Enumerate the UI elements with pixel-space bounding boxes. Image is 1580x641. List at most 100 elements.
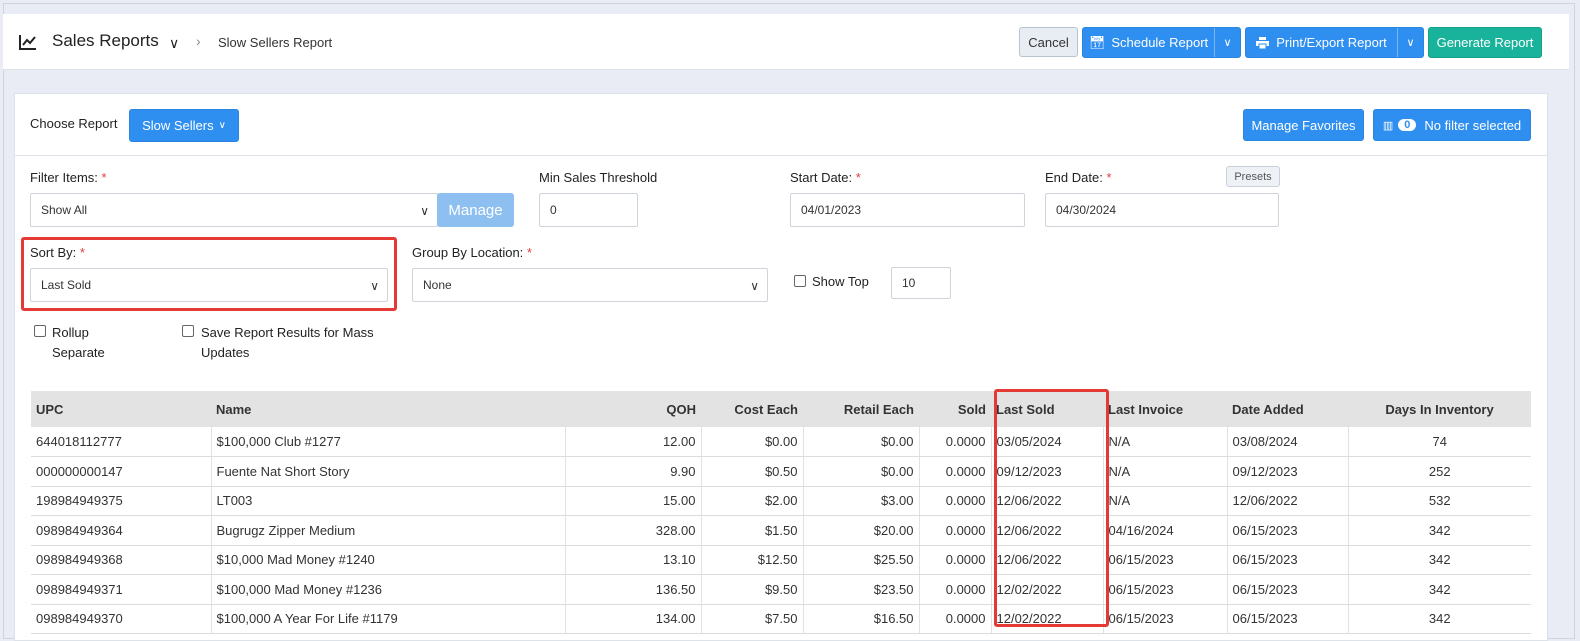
cancel-button[interactable]: Cancel bbox=[1019, 27, 1078, 57]
filter-items-label: Filter Items: * bbox=[30, 170, 107, 185]
print-export-button[interactable]: Print/Export Report ∨ bbox=[1245, 27, 1424, 58]
start-date-label: Start Date: * bbox=[790, 170, 861, 185]
cell-sold: 0.0000 bbox=[919, 486, 992, 516]
col-sold[interactable]: Sold bbox=[919, 391, 991, 427]
cell-qoh: 12.00 bbox=[565, 427, 702, 457]
rollup-separate-checkbox[interactable] bbox=[34, 325, 46, 337]
table-row[interactable]: 198984949375 LT003 15.00 $2.00 $3.00 0.0000 12… bbox=[31, 486, 1531, 516]
line-chart-icon bbox=[19, 35, 36, 50]
cell-name: $100,000 Mad Money #1236 bbox=[211, 574, 566, 605]
chevron-down-icon[interactable]: ∨ bbox=[1214, 28, 1240, 57]
group-by-label: Group By Location: * bbox=[412, 245, 532, 260]
col-qoh[interactable]: QOH bbox=[565, 391, 701, 427]
cell-date-added: 06/15/2023 bbox=[1227, 574, 1349, 605]
col-date-added[interactable]: Date Added bbox=[1227, 391, 1348, 427]
generate-report-button[interactable]: Generate Report bbox=[1428, 27, 1542, 58]
col-last-invoice[interactable]: Last Invoice bbox=[1103, 391, 1227, 427]
cell-qoh: 134.00 bbox=[565, 604, 702, 634]
cell-name: Fuente Nat Short Story bbox=[211, 456, 566, 487]
col-days-in-inventory[interactable]: Days In Inventory bbox=[1348, 391, 1531, 427]
cell-days-in-inventory: 342 bbox=[1348, 604, 1531, 634]
cell-upc: 098984949368 bbox=[31, 545, 212, 575]
cell-upc: 098984949370 bbox=[31, 604, 212, 634]
last-sold-highlight bbox=[994, 389, 1109, 627]
cell-retail-each: $23.50 bbox=[803, 574, 920, 605]
cell-upc: 098984949364 bbox=[31, 515, 212, 546]
presets-button[interactable]: Presets bbox=[1226, 166, 1280, 187]
cell-sold: 0.0000 bbox=[919, 515, 992, 546]
chevron-down-icon[interactable]: ∨ bbox=[169, 35, 179, 52]
cell-cost-each: $0.00 bbox=[701, 427, 804, 457]
col-upc[interactable]: UPC bbox=[31, 391, 211, 427]
cell-date-added: 03/08/2024 bbox=[1227, 427, 1349, 457]
cell-days-in-inventory: 74 bbox=[1348, 427, 1531, 457]
manage-button[interactable]: Manage bbox=[437, 193, 514, 227]
filter-items-select[interactable]: Show All ∨ bbox=[30, 193, 438, 227]
chevron-right-icon: › bbox=[196, 33, 201, 49]
breadcrumb: Slow Sellers Report bbox=[218, 35, 333, 50]
cell-name: Bugrugz Zipper Medium bbox=[211, 515, 566, 546]
print-export-label: Print/Export Report bbox=[1276, 35, 1387, 50]
choose-report-dropdown[interactable]: Slow Sellers ∨ bbox=[129, 109, 239, 142]
end-date-input[interactable]: 04/30/2024 bbox=[1045, 193, 1279, 227]
table-row[interactable]: 098984949371 $100,000 Mad Money #1236 136.… bbox=[31, 574, 1531, 605]
cell-upc: 644018112777 bbox=[31, 427, 212, 457]
table-row[interactable]: 644018112777 $100,000 Club #1277 12.00 $0.0… bbox=[31, 427, 1531, 457]
show-top-label: Show Top bbox=[812, 274, 869, 289]
cell-sold: 0.0000 bbox=[919, 545, 992, 575]
table-row[interactable]: 000000000147 Fuente Nat Short Story 9.90 $0… bbox=[31, 456, 1531, 487]
cell-last-invoice: N/A bbox=[1103, 456, 1228, 487]
cell-upc: 098984949371 bbox=[31, 574, 212, 605]
cell-last-invoice: 04/16/2024 bbox=[1103, 515, 1228, 546]
cell-date-added: 09/12/2023 bbox=[1227, 456, 1349, 487]
cell-retail-each: $16.50 bbox=[803, 604, 920, 634]
col-name[interactable]: Name bbox=[211, 391, 565, 427]
cell-sold: 0.0000 bbox=[919, 574, 992, 605]
chevron-down-icon[interactable]: ∨ bbox=[1397, 28, 1423, 57]
col-retail-each[interactable]: Retail Each bbox=[803, 391, 919, 427]
cell-name: $100,000 A Year For Life #1179 bbox=[211, 604, 566, 634]
cell-upc: 198984949375 bbox=[31, 486, 212, 516]
cell-date-added: 06/15/2023 bbox=[1227, 604, 1349, 634]
cell-date-added: 06/15/2023 bbox=[1227, 545, 1349, 575]
cell-days-in-inventory: 342 bbox=[1348, 574, 1531, 605]
cell-days-in-inventory: 342 bbox=[1348, 545, 1531, 575]
schedule-report-button[interactable]: 📅︎ Schedule Report ∨ bbox=[1082, 27, 1241, 58]
show-top-input[interactable]: 10 bbox=[891, 267, 951, 299]
col-cost-each[interactable]: Cost Each bbox=[701, 391, 803, 427]
filter-items-value: Show All bbox=[41, 203, 88, 217]
save-results-label: Save Report Results for Mass Updates bbox=[201, 325, 374, 360]
start-date-input[interactable]: 04/01/2023 bbox=[790, 193, 1025, 227]
table-row[interactable]: 098984949368 $10,000 Mad Money #1240 13.10… bbox=[31, 545, 1531, 575]
cell-name: $10,000 Mad Money #1240 bbox=[211, 545, 566, 575]
filter-selection-button[interactable]: ▥ 0 No filter selected bbox=[1373, 109, 1531, 141]
cell-cost-each: $9.50 bbox=[701, 574, 804, 605]
cell-last-invoice: 06/15/2023 bbox=[1103, 574, 1228, 605]
table-row[interactable]: 098984949370 $100,000 A Year For Life #11… bbox=[31, 604, 1531, 634]
filter-icon: ▥ bbox=[1382, 119, 1394, 132]
cell-qoh: 136.50 bbox=[565, 574, 702, 605]
cell-qoh: 15.00 bbox=[565, 486, 702, 516]
chevron-down-icon: ∨ bbox=[420, 204, 429, 218]
report-card: Choose Report Slow Sellers ∨ Manage Favo… bbox=[14, 93, 1548, 641]
calendar-icon: 📅︎ bbox=[1088, 34, 1106, 50]
cell-sold: 0.0000 bbox=[919, 604, 992, 634]
end-date-label: End Date: * bbox=[1045, 170, 1112, 185]
save-results-checkbox[interactable] bbox=[182, 325, 194, 337]
manage-favorites-button[interactable]: Manage Favorites bbox=[1243, 109, 1364, 141]
cell-name: $100,000 Club #1277 bbox=[211, 427, 566, 457]
cell-upc: 000000000147 bbox=[31, 456, 212, 487]
page-title[interactable]: Sales Reports bbox=[52, 31, 159, 51]
group-by-value: None bbox=[423, 278, 452, 292]
cell-retail-each: $20.00 bbox=[803, 515, 920, 546]
card-header: Choose Report Slow Sellers ∨ Manage Favo… bbox=[15, 94, 1547, 156]
cell-last-invoice: 06/15/2023 bbox=[1103, 604, 1228, 634]
cell-qoh: 9.90 bbox=[565, 456, 702, 487]
table-row[interactable]: 098984949364 Bugrugz Zipper Medium 328.00 $… bbox=[31, 515, 1531, 546]
group-by-select[interactable]: None ∨ bbox=[412, 268, 768, 302]
show-top-checkbox[interactable] bbox=[794, 275, 806, 287]
choose-report-label: Choose Report bbox=[30, 116, 118, 131]
min-sales-input[interactable]: 0 bbox=[539, 193, 638, 227]
cell-last-invoice: N/A bbox=[1103, 486, 1228, 516]
schedule-report-label: Schedule Report bbox=[1111, 35, 1209, 50]
